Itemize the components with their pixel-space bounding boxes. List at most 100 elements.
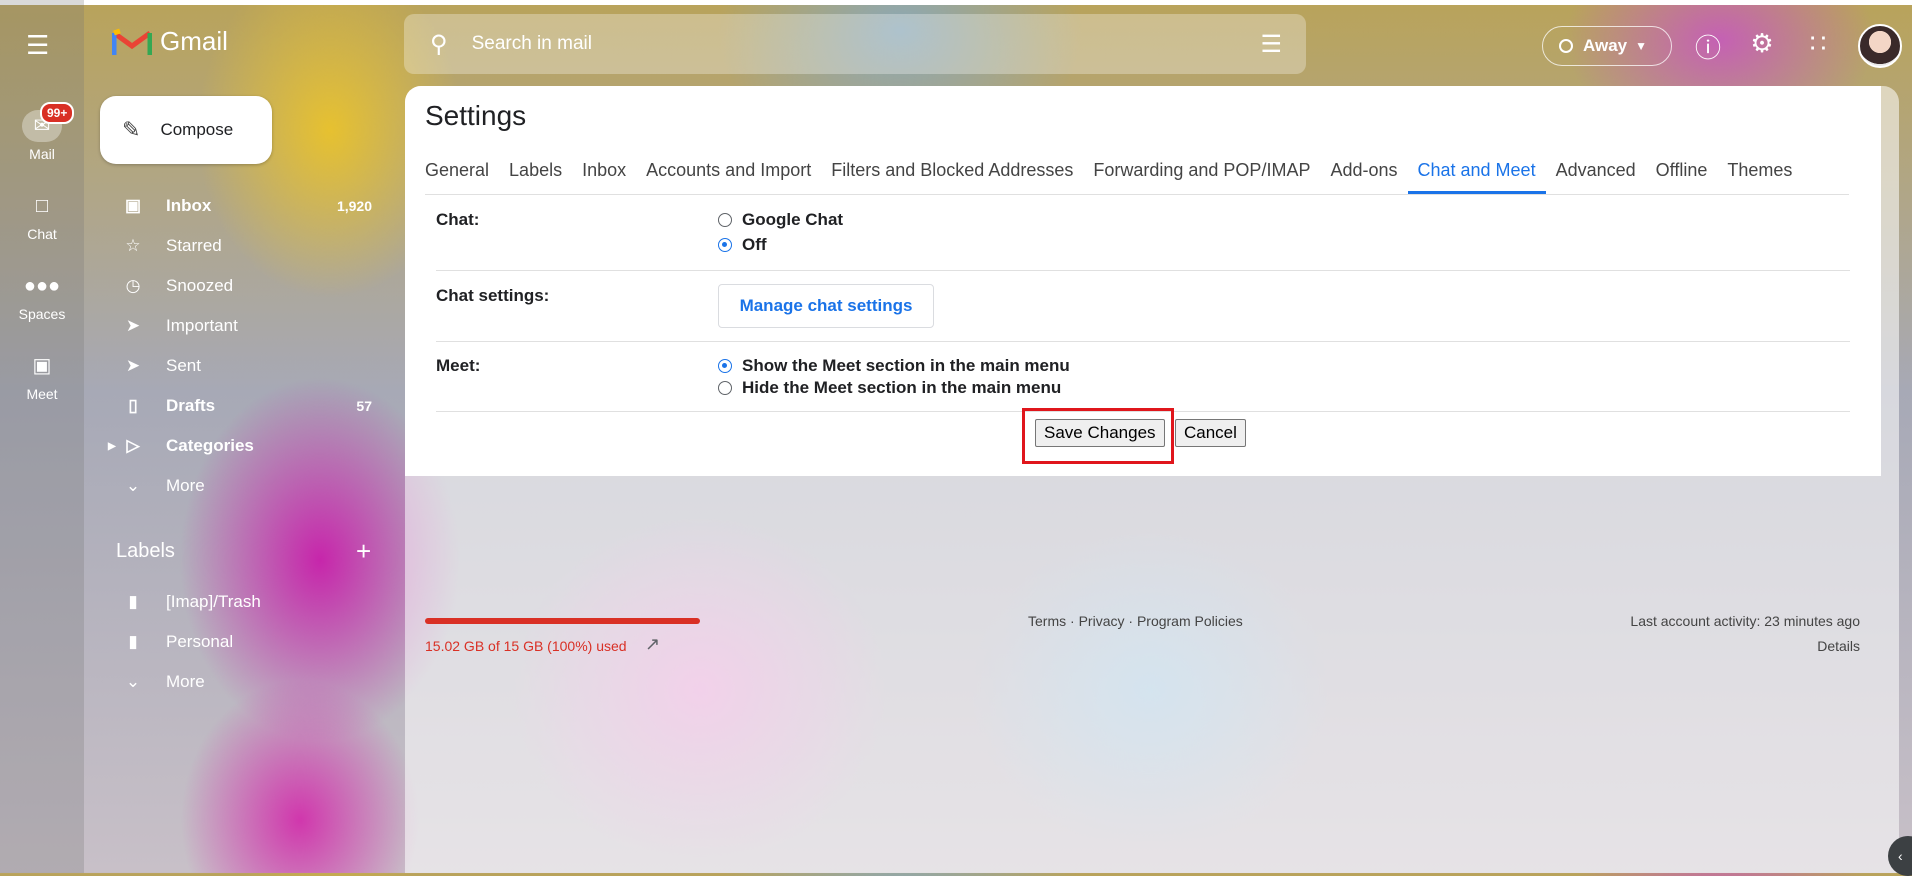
terms-link[interactable]: Terms xyxy=(1028,613,1066,629)
option-label: Google Chat xyxy=(742,210,844,229)
status-selector[interactable]: Away ▼ xyxy=(1542,26,1672,66)
top-edge xyxy=(0,0,1912,5)
rail-item-label: Chat xyxy=(27,226,57,242)
label-item-more[interactable]: ⌄ More xyxy=(96,662,392,702)
pencil-icon: ✎ xyxy=(122,117,141,142)
rail-item-spaces[interactable]: ●●● Spaces xyxy=(0,270,84,322)
gear-icon[interactable]: ⚙ xyxy=(1746,28,1778,59)
apps-icon[interactable]: ∷ xyxy=(1802,28,1834,59)
storage-usage-bar xyxy=(425,618,700,624)
tune-icon[interactable]: ☰ xyxy=(1260,30,1282,59)
inbox-icon: ▣ xyxy=(124,196,142,215)
nav-item-snoozed[interactable]: ◷ Snoozed xyxy=(96,266,392,306)
nav-item-label: Inbox xyxy=(166,196,212,215)
draft-icon: ▯ xyxy=(128,396,138,415)
option-label: Show the Meet section in the main menu xyxy=(742,356,1070,375)
settings-tabs: General Labels Inbox Accounts and Import… xyxy=(425,148,1812,194)
caret-right-icon[interactable]: ▶ xyxy=(108,441,116,452)
radio-show-meet[interactable] xyxy=(718,359,732,373)
rail-item-meet[interactable]: ▣ Meet xyxy=(0,350,84,402)
tab-general[interactable]: General xyxy=(425,148,489,194)
tab-offline[interactable]: Offline xyxy=(1656,148,1708,194)
important-icon: ➤ xyxy=(125,316,141,335)
tab-forwarding-and-pop-imap[interactable]: Forwarding and POP/IMAP xyxy=(1093,148,1310,194)
nav-item-starred[interactable]: ☆ Starred xyxy=(96,226,392,266)
tab-accounts-and-import[interactable]: Accounts and Import xyxy=(646,148,811,194)
chat-label: Chat: xyxy=(436,210,480,229)
row-divider xyxy=(436,341,1850,342)
avatar[interactable] xyxy=(1858,24,1902,68)
rail-item-mail[interactable]: ✉ 99+ Mail xyxy=(0,102,84,162)
labels-list: ▮ [Imap]/Trash ▮ Personal ⌄ More xyxy=(96,582,392,702)
meet-option-hide[interactable]: Hide the Meet section in the main menu xyxy=(718,378,1061,398)
chat-icon: □ xyxy=(35,195,49,217)
nav-item-categories[interactable]: ▶ ▷ Categories xyxy=(96,426,392,466)
footer-separator: · xyxy=(1124,613,1137,629)
tab-inbox[interactable]: Inbox xyxy=(582,148,626,194)
send-icon: ➤ xyxy=(125,356,141,375)
nav-item-label: More xyxy=(166,476,205,495)
nav-item-important[interactable]: ➤ Important xyxy=(96,306,392,346)
radio-google-chat[interactable] xyxy=(718,213,732,227)
nav-item-count: 57 xyxy=(356,398,372,414)
nav-item-label: Categories xyxy=(166,436,254,455)
help-icon[interactable]: ⓘ xyxy=(1692,28,1724,65)
open-in-new-icon[interactable]: ↗ xyxy=(645,634,660,655)
manage-chat-settings-button[interactable]: Manage chat settings xyxy=(718,284,934,328)
cancel-button[interactable]: Cancel xyxy=(1175,419,1246,447)
last-account-activity: Last account activity: 23 minutes ago xyxy=(1630,613,1860,629)
compose-label: Compose xyxy=(160,120,234,139)
meet-option-show[interactable]: Show the Meet section in the main menu xyxy=(718,356,1070,376)
chat-option-off[interactable]: Off xyxy=(718,235,767,255)
tab-advanced[interactable]: Advanced xyxy=(1556,148,1636,194)
star-icon: ☆ xyxy=(125,236,141,255)
search-input[interactable] xyxy=(469,32,1234,56)
compose-button[interactable]: ✎ Compose xyxy=(100,96,272,164)
tab-chat-and-meet[interactable]: Chat and Meet xyxy=(1407,148,1546,194)
rail-item-label: Meet xyxy=(26,386,58,402)
status-label: Away xyxy=(1583,36,1628,55)
save-changes-button[interactable]: Save Changes xyxy=(1035,419,1165,447)
label-item-personal[interactable]: ▮ Personal xyxy=(96,622,392,662)
meet-icon: ▣ xyxy=(32,355,52,377)
nav-item-sent[interactable]: ➤ Sent xyxy=(96,346,392,386)
program-policies-link[interactable]: Program Policies xyxy=(1137,613,1243,629)
search-icon[interactable]: ⚲ xyxy=(430,30,448,59)
nav-item-label: Snoozed xyxy=(166,276,234,295)
privacy-link[interactable]: Privacy xyxy=(1079,613,1125,629)
label-item-imap-trash[interactable]: ▮ [Imap]/Trash xyxy=(96,582,392,622)
radio-hide-meet[interactable] xyxy=(718,381,732,395)
storage-usage-text: 15.02 GB of 15 GB (100%) used xyxy=(425,638,627,654)
nav-item-drafts[interactable]: ▯ Drafts 57 xyxy=(96,386,392,426)
radio-off[interactable] xyxy=(718,238,732,252)
label-item-label: [Imap]/Trash xyxy=(166,592,261,611)
nav-item-more[interactable]: ⌄ More xyxy=(96,466,392,506)
label-icon: ▮ xyxy=(128,592,138,611)
row-divider xyxy=(436,270,1850,271)
search-bar: ⚲ ☰ xyxy=(404,14,1306,74)
tabs-divider xyxy=(425,194,1849,195)
unread-badge: 99+ xyxy=(40,102,75,124)
chat-option-google-chat[interactable]: Google Chat xyxy=(718,210,843,230)
chat-settings-label: Chat settings: xyxy=(436,286,550,305)
nav-item-label: Sent xyxy=(166,356,201,375)
rail-item-chat[interactable]: □ Chat xyxy=(0,190,84,242)
nav-item-inbox[interactable]: ▣ Inbox 1,920 xyxy=(96,186,392,226)
plus-icon[interactable]: + xyxy=(356,536,371,567)
nav-item-label: Important xyxy=(166,316,238,335)
option-label: Off xyxy=(742,235,767,254)
tab-filters-and-blocked-addresses[interactable]: Filters and Blocked Addresses xyxy=(831,148,1073,194)
tab-labels[interactable]: Labels xyxy=(509,148,562,194)
menu-icon[interactable]: ☰ xyxy=(26,32,52,58)
gmail-logo[interactable]: Gmail xyxy=(112,26,228,57)
rail-item-label: Spaces xyxy=(18,306,66,322)
label-item-label: More xyxy=(166,672,205,691)
app-rail: ☰ ✉ 99+ Mail □ Chat ●●● Spaces ▣ Meet xyxy=(0,0,84,873)
tab-add-ons[interactable]: Add-ons xyxy=(1330,148,1397,194)
tab-themes[interactable]: Themes xyxy=(1727,148,1792,194)
nav-item-label: Starred xyxy=(166,236,222,255)
gmail-m-icon xyxy=(112,28,152,55)
mail-nav: ▣ Inbox 1,920 ☆ Starred ◷ Snoozed ➤ Impo… xyxy=(96,186,392,506)
details-link[interactable]: Details xyxy=(1817,638,1860,654)
label-icon: ▷ xyxy=(126,436,140,455)
